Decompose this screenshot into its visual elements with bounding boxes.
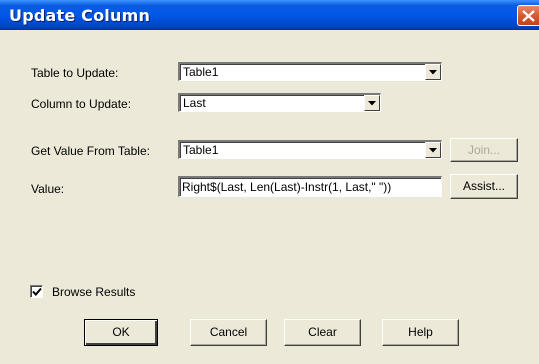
- join-button-label: Join...: [467, 143, 500, 157]
- column-to-update-dropdown[interactable]: Last: [178, 93, 381, 112]
- table-to-update-dropdown[interactable]: Table1: [178, 62, 442, 81]
- close-button[interactable]: [517, 5, 539, 26]
- chevron-down-icon: [429, 148, 437, 153]
- ok-button-label: OK: [112, 325, 130, 339]
- chevron-down-icon: [429, 70, 437, 75]
- update-column-dialog: Update Column Table to Update: Table1 Co…: [0, 0, 539, 364]
- value-input[interactable]: Right$(Last, Len(Last)-Instr(1, Last," "…: [178, 176, 442, 197]
- get-value-from-table-dropdown[interactable]: Table1: [178, 140, 442, 159]
- assist-button[interactable]: Assist...: [450, 174, 518, 199]
- column-to-update-label: Column to Update:: [31, 97, 132, 111]
- value-label: Value:: [31, 182, 65, 196]
- get-value-from-table-label: Get Value From Table:: [31, 144, 150, 158]
- close-icon: [522, 10, 535, 22]
- help-button[interactable]: Help: [382, 319, 459, 346]
- get-value-from-table-value: Table1: [183, 143, 219, 157]
- join-button[interactable]: Join...: [450, 138, 518, 162]
- help-button-label: Help: [408, 325, 433, 339]
- clear-button[interactable]: Clear: [284, 319, 361, 346]
- chevron-down-icon: [368, 101, 376, 106]
- table-dropdown-button[interactable]: [425, 64, 441, 80]
- get-value-dropdown-button[interactable]: [425, 142, 441, 158]
- cancel-button-label: Cancel: [209, 325, 248, 339]
- cancel-button[interactable]: Cancel: [190, 319, 267, 346]
- column-to-update-value: Last: [183, 96, 206, 110]
- column-dropdown-button[interactable]: [364, 95, 380, 111]
- table-to-update-value: Table1: [183, 65, 219, 79]
- table-to-update-label: Table to Update:: [31, 66, 119, 80]
- dialog-title: Update Column: [9, 6, 151, 25]
- checkmark-icon: [32, 287, 42, 296]
- ok-button[interactable]: OK: [84, 319, 158, 346]
- title-bar[interactable]: Update Column: [0, 0, 539, 30]
- value-input-text: Right$(Last, Len(Last)-Instr(1, Last," "…: [182, 180, 392, 194]
- browse-results-checkbox[interactable]: [30, 285, 43, 298]
- browse-results-label: Browse Results: [52, 285, 136, 299]
- assist-button-label: Assist...: [462, 179, 505, 193]
- clear-button-label: Clear: [308, 325, 337, 339]
